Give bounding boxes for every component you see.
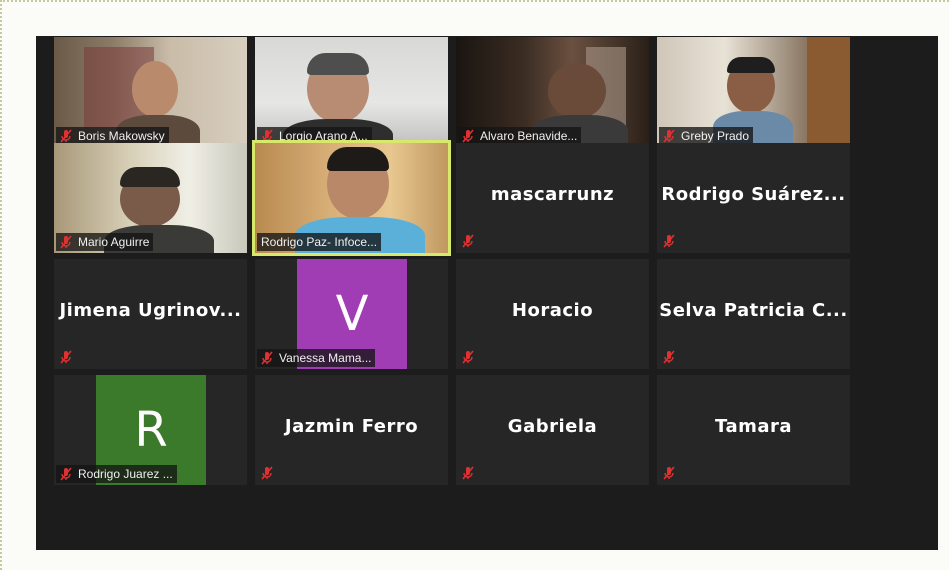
microphone-muted-icon bbox=[60, 350, 72, 364]
microphone-muted-icon bbox=[462, 350, 474, 364]
participant-name: Rodrigo Juarez ... bbox=[78, 467, 173, 481]
participant-tile-rodrigo-suarez[interactable]: Rodrigo Suárez... bbox=[657, 143, 850, 253]
participant-tile-greby-prado[interactable]: Greby Prado bbox=[657, 37, 850, 147]
participant-name: Mario Aguirre bbox=[78, 235, 150, 249]
participant-name-tag: Rodrigo Paz- Infoce... bbox=[257, 233, 382, 251]
participant-display-name: Gabriela bbox=[507, 416, 598, 437]
participant-name: Greby Prado bbox=[681, 129, 750, 143]
participant-display-name: Jimena Ugrinov... bbox=[59, 300, 242, 321]
participant-tile-alvaro-benavides[interactable]: Alvaro Benavide... bbox=[456, 37, 649, 147]
microphone-muted-icon bbox=[261, 351, 273, 365]
participant-name-tag: Vanessa Mama... bbox=[257, 349, 376, 367]
participant-tile-vanessa-mamani[interactable]: V Vanessa Mama... bbox=[255, 259, 448, 369]
participant-name: Boris Makowsky bbox=[78, 129, 165, 143]
microphone-muted-icon bbox=[462, 129, 474, 143]
microphone-muted-icon bbox=[261, 466, 273, 480]
participant-tile-gabriela[interactable]: Gabriela bbox=[456, 375, 649, 485]
participant-display-name: Tamara bbox=[714, 416, 793, 437]
participant-tile-mario-aguirre[interactable]: Mario Aguirre bbox=[54, 143, 247, 253]
microphone-muted-icon bbox=[60, 129, 72, 143]
microphone-muted-icon bbox=[663, 129, 675, 143]
participant-tile-rodrigo-paz-active-speaker[interactable]: Rodrigo Paz- Infoce... bbox=[252, 140, 451, 256]
participant-tile-selva-patricia[interactable]: Selva Patricia C... bbox=[657, 259, 850, 369]
participant-display-name: Rodrigo Suárez... bbox=[661, 184, 846, 205]
microphone-muted-icon bbox=[663, 234, 675, 248]
participant-display-name: Horacio bbox=[511, 300, 594, 321]
microphone-muted-icon bbox=[60, 467, 72, 481]
avatar-letter: R bbox=[134, 402, 168, 458]
participant-tile-boris-makowsky[interactable]: Boris Makowsky bbox=[54, 37, 247, 147]
participant-display-name: mascarrunz bbox=[490, 184, 615, 205]
microphone-muted-icon bbox=[462, 234, 474, 248]
microphone-muted-icon bbox=[663, 466, 675, 480]
avatar-letter: V bbox=[335, 286, 369, 342]
participant-name-tag: Mario Aguirre bbox=[56, 233, 154, 251]
participant-name: Alvaro Benavide... bbox=[480, 129, 578, 143]
participant-tile-jazmin-ferro[interactable]: Jazmin Ferro bbox=[255, 375, 448, 485]
participant-tile-lorgio-arano[interactable]: Lorgio Arano A... bbox=[255, 37, 448, 147]
meeting-gallery-view: Boris Makowsky Lorgio Arano A... Alvaro … bbox=[36, 36, 938, 550]
participant-display-name: Selva Patricia C... bbox=[659, 300, 848, 321]
participant-tile-rodrigo-juarez[interactable]: R Rodrigo Juarez ... bbox=[54, 375, 247, 485]
participant-tile-horacio[interactable]: Horacio bbox=[456, 259, 649, 369]
participant-tile-tamara[interactable]: Tamara bbox=[657, 375, 850, 485]
participant-name: Vanessa Mama... bbox=[279, 351, 372, 365]
participant-tile-jimena-ugrinovic[interactable]: Jimena Ugrinov... bbox=[54, 259, 247, 369]
microphone-muted-icon bbox=[462, 466, 474, 480]
participant-name: Rodrigo Paz- Infoce... bbox=[261, 235, 378, 249]
participant-name-tag: Rodrigo Juarez ... bbox=[56, 465, 177, 483]
microphone-muted-icon bbox=[60, 235, 72, 249]
participant-display-name: Jazmin Ferro bbox=[284, 416, 419, 437]
microphone-muted-icon bbox=[663, 350, 675, 364]
participant-tile-mascarrunz[interactable]: mascarrunz bbox=[456, 143, 649, 253]
